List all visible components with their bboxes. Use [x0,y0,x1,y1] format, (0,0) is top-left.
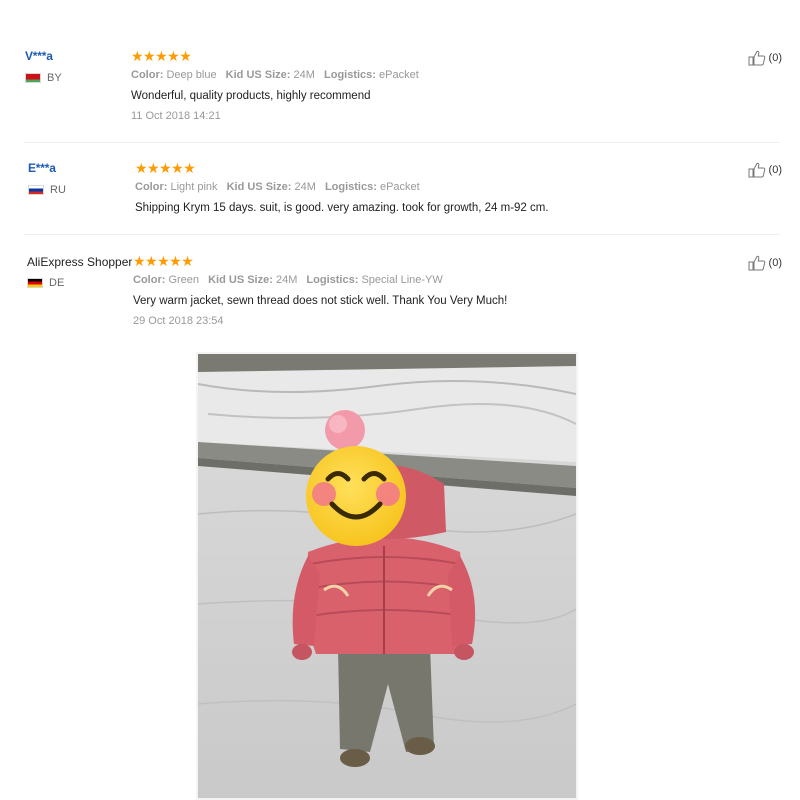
review-date: 29 Oct 2018 23:54 [133,315,224,327]
helpful-count: (0) [768,257,782,269]
size-label: Kid US Size: [226,181,292,193]
order-attributes: Color: Deep blue Kid US Size: 24M Logist… [131,69,425,81]
reviewer-name[interactable]: V***a [25,49,53,63]
reviewer-country: BY [25,72,62,84]
flag-icon [27,278,43,288]
color-label: Color: [131,69,164,81]
review-divider [24,142,780,143]
logistics-value: Special Line-YW [361,274,443,286]
size-value: 24M [275,274,298,286]
review-photo[interactable] [196,352,578,800]
star-rating: ★★★★★ [135,160,196,176]
logistics-label: Logistics: [324,69,376,81]
logistics-value: ePacket [379,69,419,81]
logistics-label: Logistics: [324,181,377,193]
size-label: Kid US Size: [208,274,273,286]
reviewer-country: DE [27,277,64,289]
flag-icon [28,185,44,195]
thumbs-up-icon [748,50,765,66]
review-photo-image [198,354,576,798]
star-rating: ★★★★★ [133,253,194,269]
review-text: Shipping Krym 15 days. suit, is good. ve… [135,202,549,214]
review-date: 11 Oct 2018 14:21 [131,110,221,122]
order-attributes: Color: Light pink Kid US Size: 24M Logis… [135,181,426,193]
helpful-button[interactable]: (0) [748,162,782,178]
helpful-count: (0) [768,164,782,176]
helpful-button[interactable]: (0) [748,50,782,66]
smiley-face-sticker [306,446,406,546]
size-value: 24M [293,69,315,81]
country-code: DE [49,277,65,289]
color-label: Color: [133,274,166,286]
star-rating: ★★★★★ [131,48,192,64]
review-divider [24,234,780,235]
color-value: Deep blue [166,69,217,81]
thumbs-up-icon [748,255,765,271]
order-attributes: Color: Green Kid US Size: 24M Logistics:… [133,274,449,286]
reviewer-name[interactable]: E***a [28,161,56,175]
thumbs-up-icon [748,162,765,178]
color-value: Green [168,274,200,286]
reviewer-name[interactable]: AliExpress Shopper [27,255,132,269]
size-label: Kid US Size: [225,69,291,81]
flag-icon [25,73,41,83]
logistics-value: ePacket [379,181,420,193]
country-code: RU [50,184,66,196]
review-text: Wonderful, quality products, highly reco… [131,90,371,102]
logistics-label: Logistics: [306,274,359,286]
reviewer-country: RU [28,184,66,196]
helpful-button[interactable]: (0) [748,255,782,271]
color-label: Color: [135,181,168,193]
helpful-count: (0) [768,52,782,64]
review-text: Very warm jacket, sewn thread does not s… [133,295,508,307]
size-value: 24M [294,181,316,193]
country-code: BY [47,72,62,84]
color-value: Light pink [170,181,218,193]
